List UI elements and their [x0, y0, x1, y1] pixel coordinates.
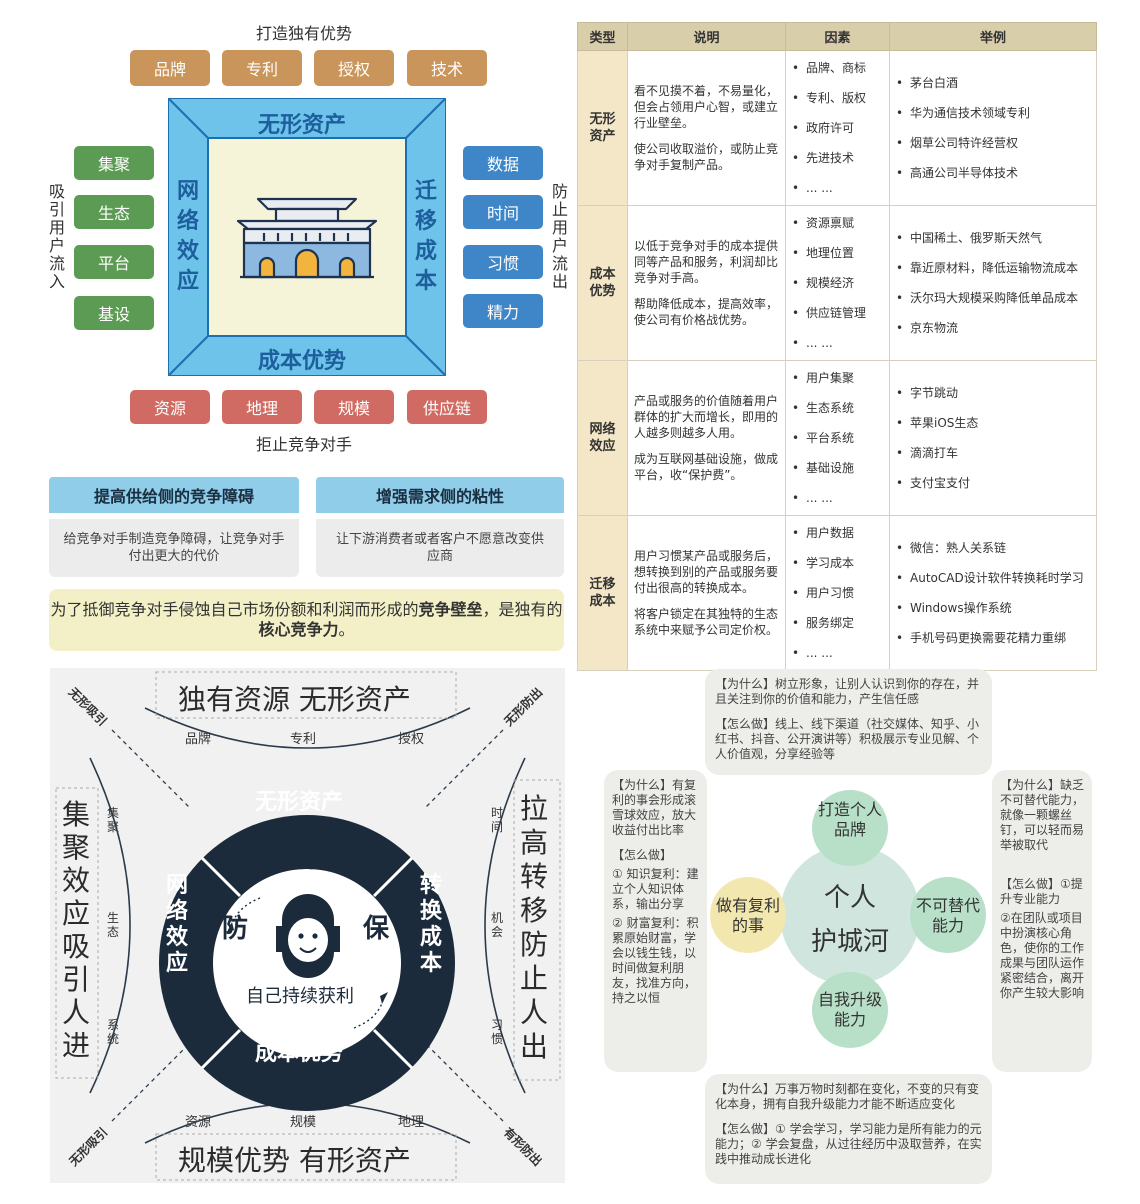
header-description: 说明 [627, 22, 786, 51]
top-title: 独有资源 无形资产 [178, 683, 411, 716]
ring-right-label: 转换成本 [420, 873, 443, 976]
bottom-item-scale: 规模 [290, 1115, 317, 1130]
tag-time: 时间 [463, 195, 543, 229]
conclusion-post: 。 [338, 620, 355, 639]
right-item-time: 时间 [491, 806, 504, 834]
header-examples: 举例 [889, 22, 1097, 51]
left-item-cluster: 集聚 [107, 806, 120, 834]
note-top: 【为什么】树立形象，让别人认识到你的存在，并且关注到你的价值和能力，产生信任感 … [705, 669, 992, 775]
defend-label: 防 [222, 914, 249, 944]
row-description: 用户习惯某产品或服务后，想转换到别的产品或服务要付出很高的转换成本。 将客户锁定在… [627, 515, 786, 671]
table-header-row: 类型 说明 因素 举例 [577, 22, 1097, 51]
supply-side-title: 提高供给侧的竞争障碍 [49, 477, 299, 513]
row-examples: 字节跳动苹果iOS生态滴滴打车支付宝支付 [889, 360, 1097, 516]
frame-right-label: 迁移成本 [414, 179, 437, 294]
top-item-license: 授权 [398, 732, 425, 747]
tag-energy: 精力 [463, 294, 543, 328]
row-factors: 品牌、商标专利、版权政府许可先进技术... ... [785, 50, 890, 206]
supply-side-body: 给竞争对手制造竞争障碍，让竞争对手付出更大的代价 [49, 519, 299, 577]
ring-left-label: 网络效应 [166, 873, 189, 976]
left-item-system: 系统 [107, 1018, 120, 1046]
frame-bottom-label: 成本优势 [258, 349, 347, 374]
row-description: 以低于竞争对手的成本提供同等产品和服务，利润却比竞争对手高。 帮助降低成本，提高效… [627, 205, 786, 361]
moat-ring-diagram: 独有资源 无形资产 规模优势 有形资产 集聚效应 吸引人进 拉高转移 防止人出 … [50, 668, 565, 1183]
conclusion-mid: ，是独有的 [482, 600, 563, 619]
header-factors: 因素 [785, 22, 890, 51]
tag-license: 授权 [314, 50, 394, 86]
table-row: 无形资产 看不见摸不着，不易量化，但会占领用户心智，或建立行业壁垒。 使公司收取溢… [577, 50, 1097, 206]
caption-left: 吸引用户流入 [48, 182, 65, 291]
right-title: 拉高转移 防止人出 [520, 792, 549, 1063]
note-right: 【为什么】缺乏不可替代能力，就像一颗螺丝钉，可以轻而易举被取代 【怎么做】①提升… [992, 770, 1092, 1072]
caption-top: 打造独有优势 [256, 24, 353, 43]
bottom-title: 规模优势 有形资产 [178, 1144, 411, 1177]
row-description: 产品或服务的价值随着用户群体的扩大而增长，即用的人越多则越多人用。 成为互联网基础… [627, 360, 786, 516]
demand-side-body: 让下游消费者或者客户不愿意改变供应商 [316, 519, 564, 577]
left-title: 集聚效应 吸引人进 [62, 798, 91, 1062]
note-bottom: 【为什么】万事万物时刻都在变化，不变的只有变化本身，拥有自我升级能力才能不断适应… [705, 1074, 992, 1184]
center-label: 个人 护城河 [810, 883, 889, 957]
conclusion-strong-1: 竞争壁垒 [418, 600, 483, 619]
inner-bottom-label: 自己持续获利 [246, 986, 354, 1007]
table-row: 迁移成本 用户习惯某产品或服务后，想转换到别的产品或服务要付出很高的转换成本。将… [577, 515, 1097, 671]
petal-top-label: 打造个人品牌 [818, 800, 883, 839]
conclusion-strong-2: 核心竞争力 [258, 620, 339, 639]
conclusion-pre: 为了抵御竞争对手侵蚀自己市场份额和利润而形成的 [50, 600, 419, 619]
tag-platform: 平台 [74, 245, 154, 279]
table-row: 成本优势 以低于竞争对手的成本提供同等产品和服务，利润却比竞争对手高。 帮助降低成… [577, 205, 1097, 361]
petal-left-label: 做有复利的事 [716, 896, 781, 935]
row-type: 成本优势 [577, 205, 628, 361]
tag-habit: 习惯 [463, 245, 543, 279]
tag-cluster: 集聚 [74, 146, 154, 180]
header-type: 类型 [577, 22, 628, 51]
conclusion-box: 为了抵御竞争对手侵蚀自己市场份额和利润而形成的竞争壁垒，是独有的核心竞争力。 [49, 589, 564, 651]
note-left: 【为什么】有复利的事会形成滚雪球效应，放大收益付出比率 【怎么做】 ① 知识复利… [604, 770, 707, 1072]
tag-resource: 资源 [130, 390, 210, 424]
caption-right: 防止用户流出 [551, 182, 568, 291]
row-examples: 茅台白酒华为通信技术领域专利烟草公司特许经营权高通公司半导体技术 [889, 50, 1097, 206]
row-factors: 资源禀赋地理位置规模经济供应链管理... ... [785, 205, 890, 361]
petal-bottom-label: 自我升级能力 [818, 990, 883, 1029]
demand-side-title: 增强需求侧的粘性 [316, 477, 564, 513]
tag-supply-chain: 供应链 [407, 390, 487, 424]
ring-top-label: 无形资产 [255, 790, 344, 815]
top-item-brand: 品牌 [185, 732, 212, 747]
inner-top-label: 对手瓜分抢夺 [246, 852, 354, 873]
tag-patent: 专利 [222, 50, 302, 86]
row-type: 迁移成本 [577, 515, 628, 671]
row-examples: 微信：熟人关系链AutoCAD设计软件转换耗时学习Windows操作系统手机号码… [889, 515, 1097, 671]
frame-top-label: 无形资产 [258, 113, 347, 138]
row-description: 看不见摸不着，不易量化，但会占领用户心智，或建立行业壁垒。 使公司收取溢价，或防止… [627, 50, 786, 206]
top-item-patent: 专利 [290, 732, 317, 747]
caption-bottom: 拒止竞争对手 [256, 435, 353, 454]
table-row: 网络效应 产品或服务的价值随着用户群体的扩大而增长，即用的人越多则越多人用。 成为… [577, 360, 1097, 516]
tag-brand: 品牌 [130, 50, 210, 86]
protect-label: 保 [363, 914, 390, 944]
tag-technology: 技术 [407, 50, 487, 86]
tag-ecosystem: 生态 [74, 195, 154, 229]
tag-scale: 规模 [314, 390, 394, 424]
row-examples: 中国稀土、俄罗斯天然气靠近原材料，降低运输物流成本沃尔玛大规模采购降低单品成本京… [889, 205, 1097, 361]
tag-data: 数据 [463, 146, 543, 180]
row-factors: 用户集聚生态系统平台系统基础设施... ... [785, 360, 890, 516]
bottom-item-geography: 地理 [398, 1115, 425, 1130]
bottom-item-resource: 资源 [185, 1115, 212, 1130]
row-type: 网络效应 [577, 360, 628, 516]
ring-bottom-label: 成本优势 [255, 1041, 344, 1066]
right-item-opportunity: 机会 [491, 911, 504, 939]
castle-icon [236, 197, 378, 279]
frame-left-label: 网络效应 [176, 179, 199, 294]
right-item-habit: 习惯 [491, 1018, 504, 1046]
tag-infrastructure: 基设 [74, 296, 154, 330]
tag-geography: 地理 [222, 390, 302, 424]
left-item-ecosystem: 生态 [107, 911, 120, 939]
moat-table: 类型 说明 因素 举例 无形资产 看不见摸不着，不易量化，但会占领用户心智，或建… [577, 22, 1097, 671]
row-factors: 用户数据学习成本用户习惯服务绑定... ... [785, 515, 890, 671]
row-type: 无形资产 [577, 50, 628, 206]
petal-right-label: 不可替代能力 [916, 896, 981, 935]
